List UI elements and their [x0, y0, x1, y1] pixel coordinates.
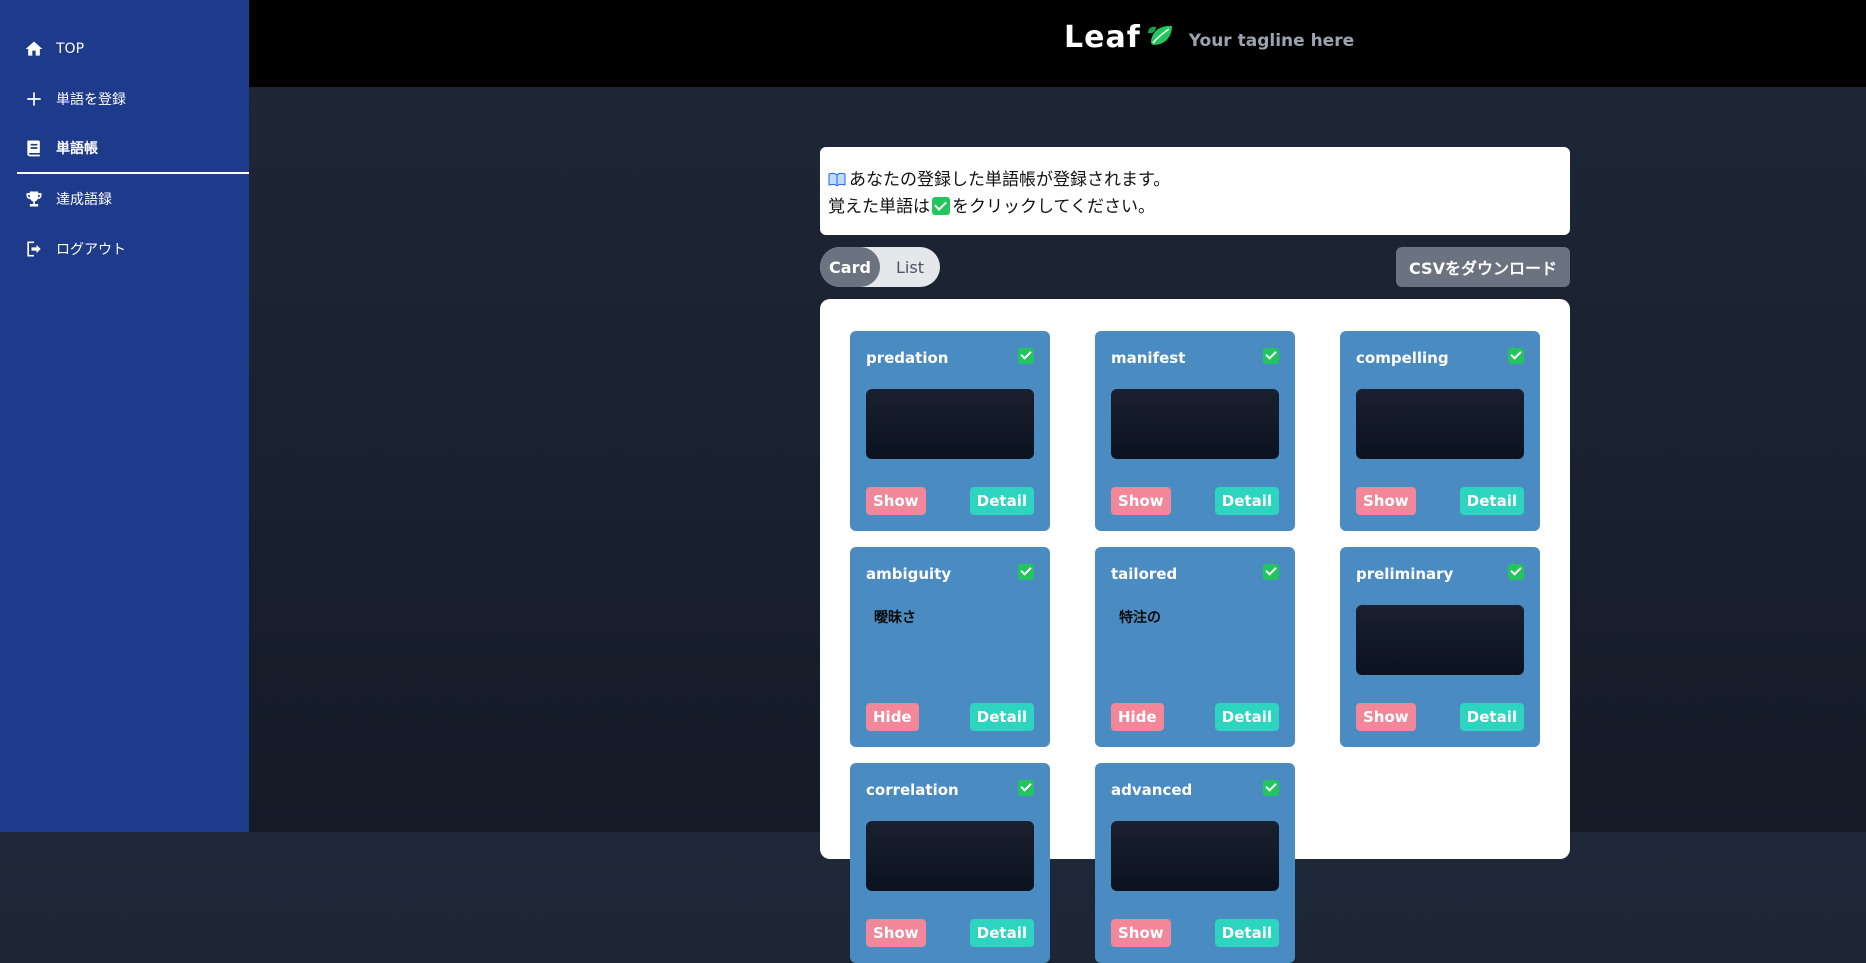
view-toggle-card[interactable]: Card	[820, 247, 880, 287]
notice-line-2: 覚えた単語は をクリックしてください。	[828, 194, 1562, 221]
header: Leaf Your tagline here	[249, 0, 1866, 87]
word-card: ambiguity 曖昧さ Hide Detail	[850, 547, 1050, 747]
hide-button[interactable]: Hide	[866, 703, 919, 731]
sidebar-item-logout[interactable]: ログアウト	[17, 224, 249, 274]
plus-icon	[23, 88, 45, 110]
meaning-hidden-box	[1111, 389, 1279, 459]
csv-download-button[interactable]: CSVをダウンロード	[1396, 247, 1570, 287]
show-button[interactable]: Show	[1356, 703, 1416, 731]
meaning-hidden-box	[866, 389, 1034, 459]
card-word: ambiguity	[866, 565, 952, 583]
sidebar-item-wordbook[interactable]: 単語帳	[17, 124, 249, 174]
card-word: correlation	[866, 781, 959, 799]
sidebar-item-label: 達成語録	[56, 192, 112, 208]
detail-button[interactable]: Detail	[969, 703, 1034, 731]
view-toggle-list[interactable]: List	[880, 247, 940, 287]
word-card: compelling Show Detail	[1340, 331, 1540, 531]
mark-learned-checkbox[interactable]	[1018, 780, 1034, 796]
trophy-icon	[23, 188, 45, 210]
card-word: predation	[866, 349, 949, 367]
card-panel: predation Show Detail manifest Show Deta…	[820, 299, 1570, 963]
card-meaning: 特注の	[1119, 610, 1161, 626]
mark-learned-checkbox[interactable]	[1018, 564, 1034, 580]
mark-learned-checkbox[interactable]	[1018, 348, 1034, 364]
show-button[interactable]: Show	[1111, 487, 1171, 515]
logout-icon	[23, 238, 45, 260]
sidebar-item-label: 単語帳	[56, 141, 98, 157]
card-meaning: 曖昧さ	[874, 610, 916, 626]
check-icon	[932, 197, 950, 215]
card-word: preliminary	[1356, 565, 1454, 583]
detail-button[interactable]: Detail	[1214, 703, 1279, 731]
card-word: compelling	[1356, 349, 1449, 367]
word-card: manifest Show Detail	[1095, 331, 1295, 531]
show-button[interactable]: Show	[1111, 919, 1171, 947]
mark-learned-checkbox[interactable]	[1508, 348, 1524, 364]
notice-text-2-prefix: 覚えた単語は	[828, 197, 930, 217]
detail-button[interactable]: Detail	[969, 487, 1034, 515]
word-card: predation Show Detail	[850, 331, 1050, 531]
mark-learned-checkbox[interactable]	[1263, 780, 1279, 796]
mark-learned-checkbox[interactable]	[1508, 564, 1524, 580]
word-card: tailored 特注の Hide Detail	[1095, 547, 1295, 747]
logo: Leaf	[1064, 20, 1141, 55]
notice-text-2-suffix: をクリックしてください。	[952, 197, 1155, 217]
sidebar-item-label: ログアウト	[56, 242, 126, 258]
view-toggle: Card List	[820, 247, 940, 287]
detail-button[interactable]: Detail	[969, 919, 1034, 947]
detail-button[interactable]: Detail	[1214, 487, 1279, 515]
word-card: preliminary Show Detail	[1340, 547, 1540, 747]
card-word: manifest	[1111, 349, 1186, 367]
card-word: advanced	[1111, 781, 1193, 799]
sidebar-item-label: TOP	[56, 41, 85, 57]
show-button[interactable]: Show	[866, 919, 926, 947]
mark-learned-checkbox[interactable]	[1263, 564, 1279, 580]
word-card: correlation Show Detail	[850, 763, 1050, 963]
mark-learned-checkbox[interactable]	[1263, 348, 1279, 364]
detail-button[interactable]: Detail	[1214, 919, 1279, 947]
sidebar-item-register-word[interactable]: 単語を登録	[17, 74, 249, 124]
sidebar-nav: TOP 単語を登録 単語帳 達成語録 ログアウト	[17, 24, 249, 274]
notice-line-1: あなたの登録した単語帳が登録されます。	[828, 167, 1562, 194]
meaning-hidden-box	[1356, 389, 1524, 459]
home-icon	[23, 38, 45, 60]
show-button[interactable]: Show	[1356, 487, 1416, 515]
meaning-hidden-box	[1356, 605, 1524, 675]
leaf-icon	[1145, 21, 1175, 55]
detail-button[interactable]: Detail	[1459, 487, 1524, 515]
notice-text-1: あなたの登録した単語帳が登録されます。	[849, 170, 1171, 190]
tagline: Your tagline here	[1188, 30, 1355, 51]
card-word: tailored	[1111, 565, 1178, 583]
word-card: advanced Show Detail	[1095, 763, 1295, 963]
notice-box: あなたの登録した単語帳が登録されます。 覚えた単語は をクリックしてください。	[820, 147, 1570, 235]
hide-button[interactable]: Hide	[1111, 703, 1164, 731]
detail-button[interactable]: Detail	[1459, 703, 1524, 731]
sidebar: TOP 単語を登録 単語帳 達成語録 ログアウト	[0, 0, 249, 832]
book-icon	[23, 137, 45, 159]
sidebar-item-achievements[interactable]: 達成語録	[17, 174, 249, 224]
brand[interactable]: Leaf Your tagline here	[1064, 20, 1354, 55]
sidebar-item-top[interactable]: TOP	[17, 24, 249, 74]
open-book-icon	[828, 168, 846, 188]
show-button[interactable]: Show	[866, 487, 926, 515]
sidebar-item-label: 単語を登録	[56, 92, 126, 108]
